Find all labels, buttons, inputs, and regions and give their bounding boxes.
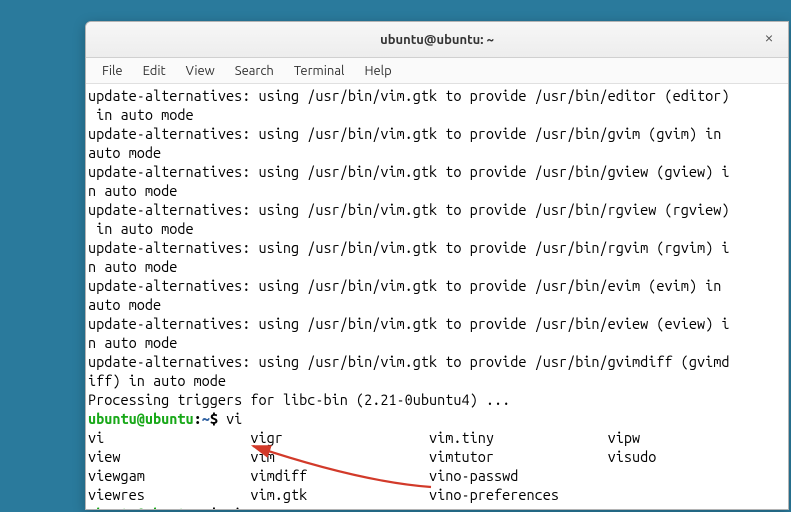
titlebar[interactable]: ubuntu@ubuntu: ~ × xyxy=(86,22,788,58)
watermark: @51CTO博客 xyxy=(698,487,779,506)
menu-file[interactable]: File xyxy=(92,60,133,82)
window-title: ubuntu@ubuntu: ~ xyxy=(380,33,494,47)
menu-view[interactable]: View xyxy=(176,60,225,82)
menu-search[interactable]: Search xyxy=(225,60,284,82)
menu-edit[interactable]: Edit xyxy=(133,60,176,82)
menu-terminal[interactable]: Terminal xyxy=(284,60,355,82)
terminal-output[interactable]: update-alternatives: using /usr/bin/vim.… xyxy=(86,84,788,510)
menu-help[interactable]: Help xyxy=(354,60,401,82)
terminal-window: ubuntu@ubuntu: ~ × File Edit View Search… xyxy=(85,21,789,510)
close-icon[interactable]: × xyxy=(760,30,778,48)
menubar: File Edit View Search Terminal Help xyxy=(86,58,788,84)
